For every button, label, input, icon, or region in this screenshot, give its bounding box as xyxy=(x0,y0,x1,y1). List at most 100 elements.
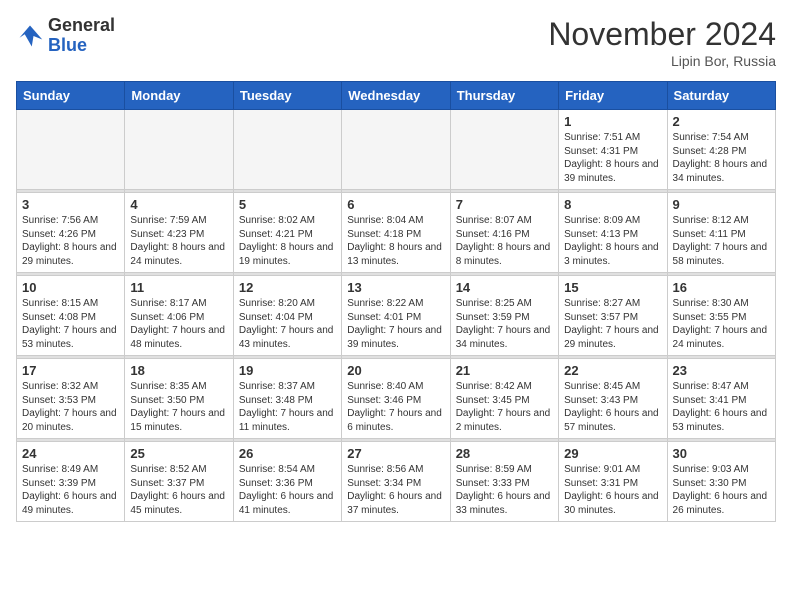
day-number: 17 xyxy=(22,363,119,378)
logo-bird-icon xyxy=(16,22,44,50)
calendar-day-cell: 17 Sunrise: 8:32 AM Sunset: 3:53 PM Dayli… xyxy=(17,359,125,439)
day-number: 23 xyxy=(673,363,770,378)
day-info: Sunrise: 9:01 AM Sunset: 3:31 PM Dayligh… xyxy=(564,463,661,517)
day-number: 29 xyxy=(564,446,661,461)
month-title: November 2024 xyxy=(548,16,776,53)
weekday-header-saturday: Saturday xyxy=(667,82,775,110)
day-info: Sunrise: 7:54 AM Sunset: 4:28 PM Dayligh… xyxy=(673,131,770,185)
weekday-header-thursday: Thursday xyxy=(450,82,558,110)
day-number: 28 xyxy=(456,446,553,461)
day-info: Sunrise: 8:49 AM Sunset: 3:39 PM Dayligh… xyxy=(22,463,119,517)
day-info: Sunrise: 8:35 AM Sunset: 3:50 PM Dayligh… xyxy=(130,380,227,434)
day-info: Sunrise: 8:25 AM Sunset: 3:59 PM Dayligh… xyxy=(456,297,553,351)
day-info: Sunrise: 8:04 AM Sunset: 4:18 PM Dayligh… xyxy=(347,214,444,268)
day-info: Sunrise: 8:07 AM Sunset: 4:16 PM Dayligh… xyxy=(456,214,553,268)
calendar-week-row: 10 Sunrise: 8:15 AM Sunset: 4:08 PM Dayli… xyxy=(17,276,776,356)
day-info: Sunrise: 7:59 AM Sunset: 4:23 PM Dayligh… xyxy=(130,214,227,268)
calendar-week-row: 1Sunrise: 7:51 AM Sunset: 4:31 PM Daylig… xyxy=(17,110,776,190)
calendar-week-row: 17 Sunrise: 8:32 AM Sunset: 3:53 PM Dayli… xyxy=(17,359,776,439)
page-header: General Blue November 2024 Lipin Bor, Ru… xyxy=(16,16,776,69)
calendar-day-cell: 11 Sunrise: 8:17 AM Sunset: 4:06 PM Dayli… xyxy=(125,276,233,356)
calendar-week-row: 3 Sunrise: 7:56 AM Sunset: 4:26 PM Daylig… xyxy=(17,193,776,273)
calendar-day-cell xyxy=(17,110,125,190)
calendar-header-row: SundayMondayTuesdayWednesdayThursdayFrid… xyxy=(17,82,776,110)
calendar-day-cell: 6 Sunrise: 8:04 AM Sunset: 4:18 PM Daylig… xyxy=(342,193,450,273)
calendar-day-cell: 25 Sunrise: 8:52 AM Sunset: 3:37 PM Dayli… xyxy=(125,442,233,522)
calendar-day-cell: 28 Sunrise: 8:59 AM Sunset: 3:33 PM Dayli… xyxy=(450,442,558,522)
calendar-day-cell: 15Sunrise: 8:27 AM Sunset: 3:57 PM Dayli… xyxy=(559,276,667,356)
calendar-day-cell xyxy=(342,110,450,190)
day-number: 15 xyxy=(564,280,661,295)
day-number: 25 xyxy=(130,446,227,461)
calendar-day-cell: 10 Sunrise: 8:15 AM Sunset: 4:08 PM Dayli… xyxy=(17,276,125,356)
day-info: Sunrise: 8:02 AM Sunset: 4:21 PM Dayligh… xyxy=(239,214,336,268)
day-number: 21 xyxy=(456,363,553,378)
day-info: Sunrise: 8:42 AM Sunset: 3:45 PM Dayligh… xyxy=(456,380,553,434)
calendar-day-cell: 16 Sunrise: 8:30 AM Sunset: 3:55 PM Dayli… xyxy=(667,276,775,356)
calendar-day-cell: 29 Sunrise: 9:01 AM Sunset: 3:31 PM Dayli… xyxy=(559,442,667,522)
calendar-day-cell xyxy=(450,110,558,190)
calendar-day-cell: 22Sunrise: 8:45 AM Sunset: 3:43 PM Dayli… xyxy=(559,359,667,439)
day-number: 8 xyxy=(564,197,661,212)
day-info: Sunrise: 8:54 AM Sunset: 3:36 PM Dayligh… xyxy=(239,463,336,517)
day-number: 5 xyxy=(239,197,336,212)
day-info: Sunrise: 8:09 AM Sunset: 4:13 PM Dayligh… xyxy=(564,214,661,268)
day-info: Sunrise: 8:32 AM Sunset: 3:53 PM Dayligh… xyxy=(22,380,119,434)
calendar-day-cell: 27Sunrise: 8:56 AM Sunset: 3:34 PM Dayli… xyxy=(342,442,450,522)
day-number: 18 xyxy=(130,363,227,378)
day-number: 24 xyxy=(22,446,119,461)
calendar-day-cell: 20 Sunrise: 8:40 AM Sunset: 3:46 PM Dayli… xyxy=(342,359,450,439)
day-info: Sunrise: 7:56 AM Sunset: 4:26 PM Dayligh… xyxy=(22,214,119,268)
day-number: 11 xyxy=(130,280,227,295)
calendar-day-cell: 30Sunrise: 9:03 AM Sunset: 3:30 PM Dayli… xyxy=(667,442,775,522)
logo-text: General Blue xyxy=(48,16,115,56)
day-info: Sunrise: 8:59 AM Sunset: 3:33 PM Dayligh… xyxy=(456,463,553,517)
day-number: 2 xyxy=(673,114,770,129)
day-info: Sunrise: 8:47 AM Sunset: 3:41 PM Dayligh… xyxy=(673,380,770,434)
day-number: 14 xyxy=(456,280,553,295)
day-number: 6 xyxy=(347,197,444,212)
calendar-day-cell xyxy=(233,110,341,190)
day-number: 20 xyxy=(347,363,444,378)
calendar-day-cell: 23 Sunrise: 8:47 AM Sunset: 3:41 PM Dayli… xyxy=(667,359,775,439)
weekday-header-tuesday: Tuesday xyxy=(233,82,341,110)
calendar-day-cell: 21 Sunrise: 8:42 AM Sunset: 3:45 PM Dayli… xyxy=(450,359,558,439)
day-info: Sunrise: 8:12 AM Sunset: 4:11 PM Dayligh… xyxy=(673,214,770,268)
day-info: Sunrise: 8:15 AM Sunset: 4:08 PM Dayligh… xyxy=(22,297,119,351)
day-number: 12 xyxy=(239,280,336,295)
day-info: Sunrise: 8:45 AM Sunset: 3:43 PM Dayligh… xyxy=(564,380,661,434)
day-number: 13 xyxy=(347,280,444,295)
day-number: 7 xyxy=(456,197,553,212)
calendar-table: SundayMondayTuesdayWednesdayThursdayFrid… xyxy=(16,81,776,522)
day-info: Sunrise: 8:17 AM Sunset: 4:06 PM Dayligh… xyxy=(130,297,227,351)
day-info: Sunrise: 8:22 AM Sunset: 4:01 PM Dayligh… xyxy=(347,297,444,351)
calendar-day-cell: 18 Sunrise: 8:35 AM Sunset: 3:50 PM Dayli… xyxy=(125,359,233,439)
day-number: 16 xyxy=(673,280,770,295)
calendar-week-row: 24 Sunrise: 8:49 AM Sunset: 3:39 PM Dayli… xyxy=(17,442,776,522)
calendar-day-cell: 1Sunrise: 7:51 AM Sunset: 4:31 PM Daylig… xyxy=(559,110,667,190)
title-section: November 2024 Lipin Bor, Russia xyxy=(548,16,776,69)
calendar-day-cell xyxy=(125,110,233,190)
day-info: Sunrise: 8:37 AM Sunset: 3:48 PM Dayligh… xyxy=(239,380,336,434)
calendar-day-cell: 24 Sunrise: 8:49 AM Sunset: 3:39 PM Dayli… xyxy=(17,442,125,522)
day-info: Sunrise: 8:52 AM Sunset: 3:37 PM Dayligh… xyxy=(130,463,227,517)
logo-blue: Blue xyxy=(48,36,115,56)
day-info: Sunrise: 8:30 AM Sunset: 3:55 PM Dayligh… xyxy=(673,297,770,351)
weekday-header-wednesday: Wednesday xyxy=(342,82,450,110)
day-info: Sunrise: 8:56 AM Sunset: 3:34 PM Dayligh… xyxy=(347,463,444,517)
calendar-day-cell: 19 Sunrise: 8:37 AM Sunset: 3:48 PM Dayli… xyxy=(233,359,341,439)
day-number: 3 xyxy=(22,197,119,212)
day-number: 1 xyxy=(564,114,661,129)
day-number: 30 xyxy=(673,446,770,461)
day-number: 9 xyxy=(673,197,770,212)
calendar-day-cell: 13 Sunrise: 8:22 AM Sunset: 4:01 PM Dayli… xyxy=(342,276,450,356)
day-number: 10 xyxy=(22,280,119,295)
logo: General Blue xyxy=(16,16,115,56)
day-info: Sunrise: 8:40 AM Sunset: 3:46 PM Dayligh… xyxy=(347,380,444,434)
calendar-day-cell: 26Sunrise: 8:54 AM Sunset: 3:36 PM Dayli… xyxy=(233,442,341,522)
day-info: Sunrise: 8:20 AM Sunset: 4:04 PM Dayligh… xyxy=(239,297,336,351)
day-number: 19 xyxy=(239,363,336,378)
weekday-header-friday: Friday xyxy=(559,82,667,110)
calendar-day-cell: 3 Sunrise: 7:56 AM Sunset: 4:26 PM Daylig… xyxy=(17,193,125,273)
weekday-header-monday: Monday xyxy=(125,82,233,110)
